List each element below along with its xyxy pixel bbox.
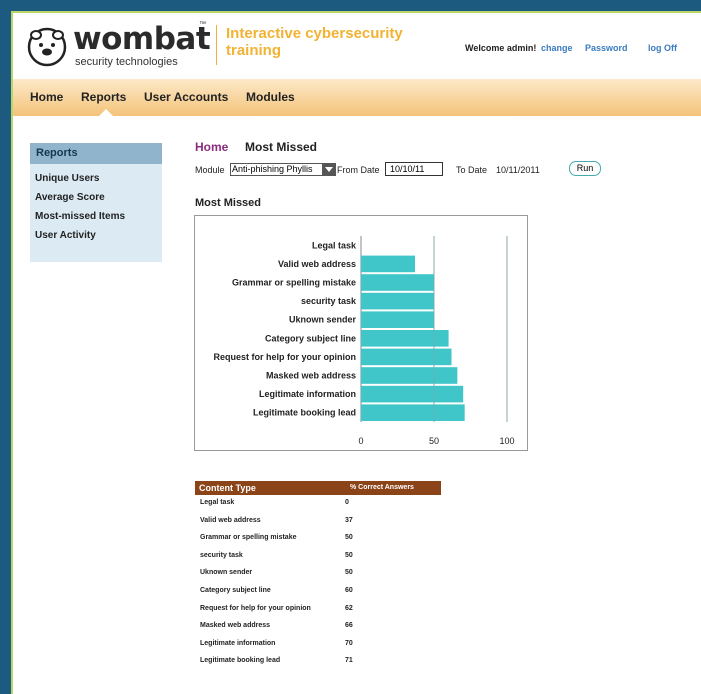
active-nav-caret xyxy=(99,109,113,116)
tagline: Interactive cybersecurity training xyxy=(226,25,403,59)
breadcrumb-home[interactable]: Home xyxy=(195,140,228,154)
brand-wordmark: wombat xyxy=(73,21,211,57)
sidebar-item-most-missed[interactable]: Most-missed Items xyxy=(35,211,125,222)
from-date-input[interactable]: 10/10/11 xyxy=(385,162,443,176)
from-date-label: From Date xyxy=(337,165,380,175)
welcome-text: Welcome admin! xyxy=(465,43,537,53)
sidebar-header: Reports xyxy=(30,143,162,164)
content-type-cell: Grammar or spelling mistake xyxy=(200,534,297,542)
category-label: security task xyxy=(301,296,357,306)
percent-correct-cell: 50 xyxy=(345,551,353,559)
chart-bar xyxy=(361,255,416,273)
table-row: Legal task 0 xyxy=(195,496,441,513)
chevron-down-icon[interactable] xyxy=(322,164,335,175)
logo-divider xyxy=(216,25,217,65)
chart-bar xyxy=(361,274,434,291)
to-date-label: To Date xyxy=(456,165,488,175)
category-label: Request for help for your opinion xyxy=(214,352,357,362)
module-select[interactable]: Anti-phishing Phyllis xyxy=(230,163,336,176)
nav-user-accounts[interactable]: User Accounts xyxy=(144,90,228,104)
section-title: Most Missed xyxy=(195,197,262,209)
x-tick-label: 50 xyxy=(429,436,439,446)
category-label: Grammar or spelling mistake xyxy=(232,278,356,288)
percent-correct-cell: 0 xyxy=(345,499,349,506)
nav-home[interactable]: Home xyxy=(30,90,63,104)
category-label: Category subject line xyxy=(265,333,356,343)
category-label: Legal task xyxy=(312,240,357,250)
sidebar-item-average-score[interactable]: Average Score xyxy=(35,192,105,203)
table-row: Legitimate booking lead 71 xyxy=(195,654,441,671)
table-header: Content Type % Correct Answers xyxy=(195,481,441,495)
column-header-percent-correct: % Correct Answers xyxy=(350,484,414,491)
table-row: Uknown sender 50 xyxy=(195,566,441,583)
chart-bar xyxy=(361,404,465,421)
category-label: Valid web address xyxy=(278,259,356,269)
table-row: Grammar or spelling mistake 50 xyxy=(195,531,441,548)
to-date-value[interactable]: 10/11/2011 xyxy=(496,165,540,175)
content-type-cell: Uknown sender xyxy=(200,569,253,577)
most-missed-chart: Legal task Valid web address Grammar or sp… xyxy=(194,215,528,451)
chart-bar xyxy=(361,292,434,310)
category-label: Legitimate information xyxy=(259,389,356,399)
content-type-cell: Category subject line xyxy=(200,587,271,594)
password-link[interactable]: Password xyxy=(585,43,628,53)
percent-correct-cell: 60 xyxy=(345,587,353,594)
chart-bar xyxy=(361,311,434,328)
percent-correct-cell: 50 xyxy=(345,569,353,577)
table-row: Legitimate information 70 xyxy=(195,637,441,654)
content-type-cell: Valid web address xyxy=(200,516,261,524)
x-tick-label: 0 xyxy=(358,436,363,446)
category-label: Legitimate booking lead xyxy=(253,408,356,418)
chart-bar xyxy=(361,385,464,403)
trademark: ™ xyxy=(199,21,206,28)
percent-correct-cell: 37 xyxy=(345,516,353,524)
header: wombat ™ security technologies Interacti… xyxy=(13,13,701,79)
page-title: Most Missed xyxy=(245,140,318,154)
sidebar-item-user-activity[interactable]: User Activity xyxy=(35,230,96,241)
table-row: Request for help for your opinion 62 xyxy=(195,602,441,619)
reports-sidebar: Reports Unique Users Average Score Most-… xyxy=(30,143,162,262)
category-label: Masked web address xyxy=(266,371,356,381)
column-header-content-type: Content Type xyxy=(199,483,256,493)
content-type-cell: Legitimate booking lead xyxy=(200,657,281,665)
logoff-link[interactable]: log Off xyxy=(648,43,677,53)
module-select-value: Anti-phishing Phyllis xyxy=(232,164,313,174)
chart-bar xyxy=(361,367,458,384)
table-row: Category subject line 60 xyxy=(195,584,441,601)
run-button[interactable]: Run xyxy=(569,161,601,176)
percent-correct-cell: 50 xyxy=(345,534,353,542)
table-row: Valid web address 37 xyxy=(195,514,441,531)
chart-bar xyxy=(361,348,452,366)
x-tick-label: 100 xyxy=(499,436,514,446)
main-nav: Home Reports User Accounts Modules xyxy=(13,79,701,116)
change-link[interactable]: change xyxy=(541,43,573,53)
module-label: Module xyxy=(195,165,225,175)
brand-subtitle: security technologies xyxy=(75,56,178,68)
table-row: Masked web address 66 xyxy=(195,619,441,636)
content-type-cell: Request for help for your opinion xyxy=(200,604,311,612)
nav-modules[interactable]: Modules xyxy=(246,90,295,104)
percent-correct-cell: 71 xyxy=(345,657,353,665)
percent-correct-cell: 66 xyxy=(345,622,353,630)
app-frame: wombat ™ security technologies Interacti… xyxy=(11,11,701,694)
percent-correct-cell: 70 xyxy=(345,639,353,647)
chart-bar xyxy=(361,330,449,347)
sidebar-item-unique-users[interactable]: Unique Users xyxy=(35,173,99,184)
content-type-cell: Legitimate information xyxy=(200,639,276,647)
sidebar-title: Reports xyxy=(36,147,78,159)
table-row: security task 50 xyxy=(195,549,441,566)
wombat-logo-icon xyxy=(27,27,67,67)
content-type-cell: security task xyxy=(200,551,243,559)
nav-reports[interactable]: Reports xyxy=(81,90,126,104)
content-type-cell: Legal task xyxy=(200,499,235,506)
percent-correct-cell: 62 xyxy=(345,604,353,612)
category-label: Uknown sender xyxy=(289,315,357,325)
content-type-cell: Masked web address xyxy=(200,622,271,630)
chart-svg: Legal task Valid web address Grammar or sp… xyxy=(214,236,515,446)
